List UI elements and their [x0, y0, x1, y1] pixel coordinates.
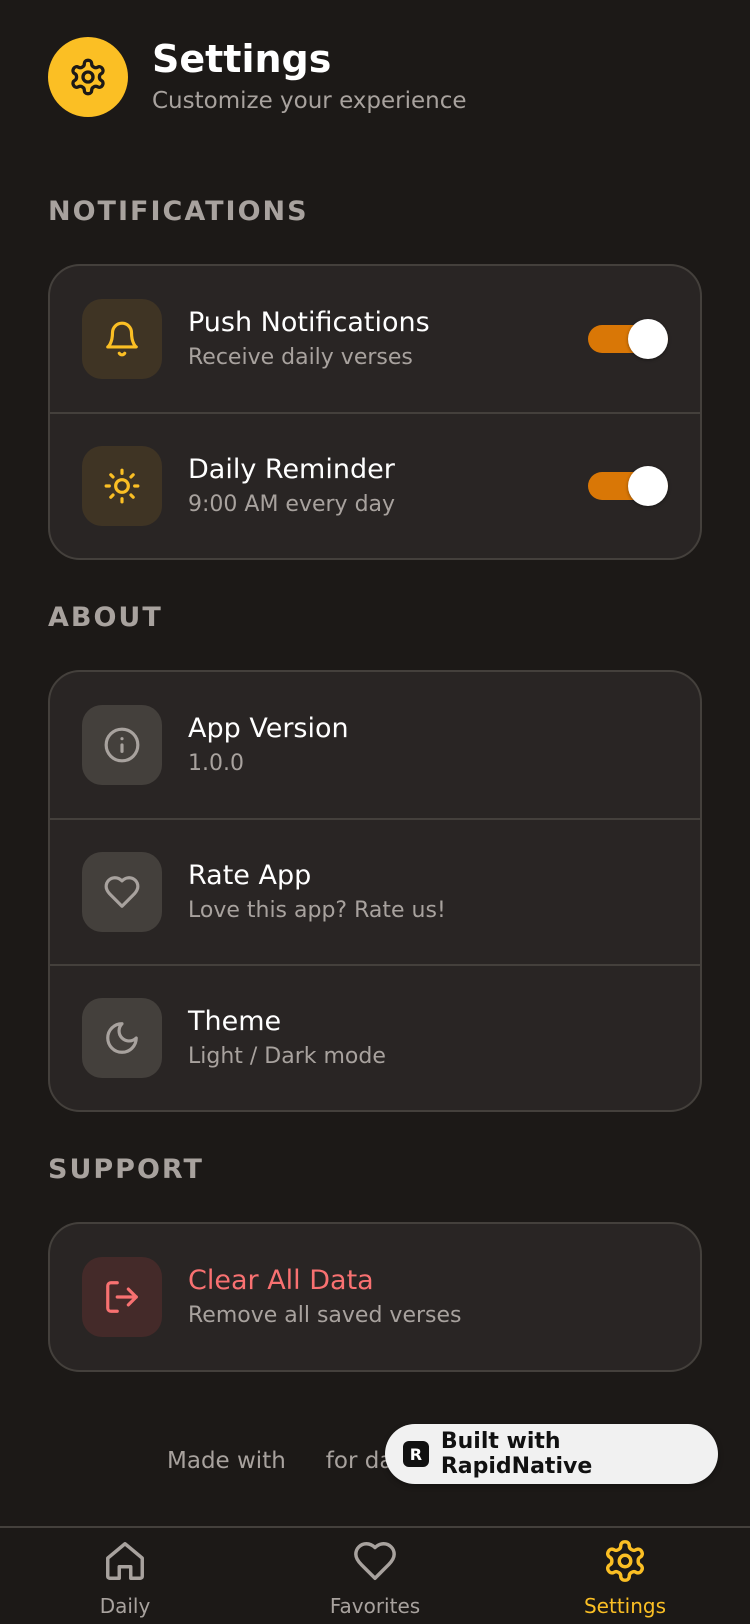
gear-icon	[602, 1538, 648, 1588]
heart-icon	[352, 1538, 398, 1588]
notifications-card: Push Notifications Receive daily verses …	[48, 264, 702, 560]
tab-settings[interactable]: Settings	[535, 1538, 715, 1618]
tab-label: Settings	[583, 1594, 667, 1618]
setting-subtitle: Receive daily verses	[188, 345, 413, 370]
info-icon	[82, 705, 162, 785]
setting-title: Daily Reminder	[188, 454, 395, 485]
bell-icon	[82, 299, 162, 379]
setting-title: Rate App	[188, 860, 312, 891]
daily-reminder-toggle[interactable]	[588, 466, 668, 506]
section-label-notifications: NOTIFICATIONS	[48, 196, 309, 227]
page-subtitle: Customize your experience	[152, 88, 467, 114]
support-card: Clear All Data Remove all saved verses	[48, 1222, 702, 1372]
logout-icon	[82, 1257, 162, 1337]
built-with-badge[interactable]: R Built with RapidNative	[385, 1424, 718, 1484]
push-notifications-toggle[interactable]	[588, 319, 668, 359]
section-label-support: SUPPORT	[48, 1154, 204, 1185]
home-icon	[102, 1538, 148, 1588]
setting-subtitle: Remove all saved verses	[188, 1303, 462, 1328]
setting-subtitle: Love this app? Rate us!	[188, 898, 446, 923]
section-label-about: ABOUT	[48, 602, 163, 633]
tab-label: Daily	[99, 1594, 151, 1618]
rapidnative-logo-icon: R	[403, 1441, 429, 1467]
setting-title: App Version	[188, 713, 349, 744]
setting-row-theme[interactable]: Theme Light / Dark mode	[50, 964, 700, 1110]
about-card: App Version 1.0.0 Rate App Love this app…	[48, 670, 702, 1112]
gear-icon	[48, 37, 128, 117]
setting-title: Clear All Data	[188, 1265, 374, 1296]
setting-subtitle: 9:00 AM every day	[188, 492, 396, 517]
moon-icon	[82, 998, 162, 1078]
setting-row-push-notifications[interactable]: Push Notifications Receive daily verses	[50, 266, 700, 412]
setting-row-clear-data[interactable]: Clear All Data Remove all saved verses	[50, 1224, 700, 1370]
settings-screen: Settings Customize your experience NOTIF…	[0, 0, 750, 1624]
setting-subtitle: Light / Dark mode	[188, 1044, 386, 1069]
tab-daily[interactable]: Daily	[35, 1538, 215, 1618]
setting-row-rate-app[interactable]: Rate App Love this app? Rate us!	[50, 818, 700, 964]
setting-row-app-version[interactable]: App Version 1.0.0	[50, 672, 700, 818]
setting-row-daily-reminder[interactable]: Daily Reminder 9:00 AM every day	[50, 412, 700, 558]
bottom-tab-bar: Daily Favorites Settings	[0, 1526, 750, 1624]
setting-title: Theme	[188, 1006, 282, 1037]
page-title: Settings	[152, 37, 332, 81]
tab-label: Favorites	[329, 1594, 421, 1618]
footer-made-with: Made with	[167, 1448, 286, 1474]
badge-text: Built with RapidNative	[440, 1429, 593, 1479]
setting-title: Push Notifications	[188, 307, 430, 338]
page-header: Settings Customize your experience	[48, 36, 467, 118]
setting-subtitle: 1.0.0	[188, 751, 244, 776]
heart-icon	[82, 852, 162, 932]
sun-icon	[82, 446, 162, 526]
tab-favorites[interactable]: Favorites	[285, 1538, 465, 1618]
